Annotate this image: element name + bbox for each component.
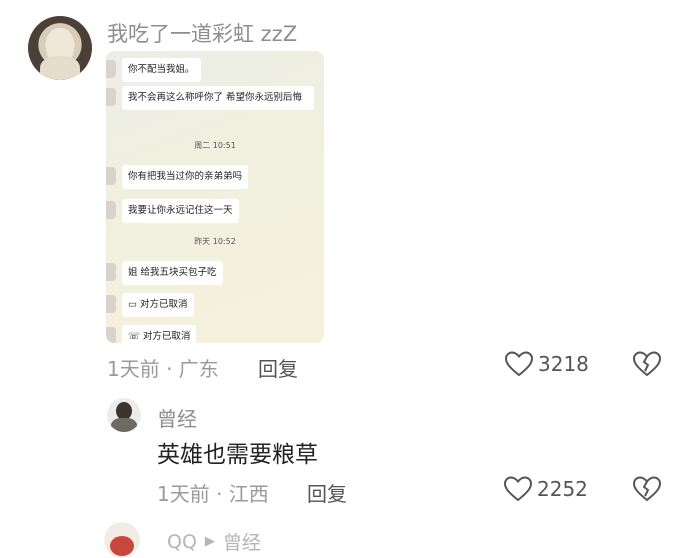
like-count: 2252 <box>537 477 588 501</box>
avatar[interactable] <box>28 16 92 80</box>
chat-message: 我不会再这么称呼你了 希望你永远别后悔 <box>122 86 314 110</box>
broken-heart-icon <box>632 351 662 377</box>
chat-screenshot-image[interactable]: 你不配当我姐。 我不会再这么称呼你了 希望你永远别后悔 周二 10:51 你有把… <box>106 51 324 343</box>
chat-avatar <box>106 88 116 106</box>
chat-call-message: ▭ 对方已取消 <box>122 293 194 317</box>
chat-call-text: 对方已取消 <box>139 299 188 310</box>
avatar-shirt <box>111 418 137 432</box>
chat-avatar <box>106 201 116 219</box>
dislike-button[interactable] <box>632 475 662 507</box>
broken-heart-icon <box>632 476 662 502</box>
comment-time-location: 1天前 · 广东 <box>107 357 219 381</box>
chat-avatar <box>106 295 116 313</box>
chat-message: 姐 给我五块买包子吃 <box>122 261 223 285</box>
chat-avatar <box>106 60 116 78</box>
reply-avatar[interactable] <box>107 398 141 432</box>
chat-timestamp: 昨天 10:52 <box>194 237 236 246</box>
chat-avatar <box>106 263 116 281</box>
avatar-body <box>40 56 80 80</box>
reply-text: 英雄也需要粮草 <box>157 442 318 468</box>
chat-avatar <box>106 327 116 343</box>
reply-username[interactable]: 曾经 <box>157 403 197 432</box>
phone-icon: ☏ <box>128 331 140 342</box>
dislike-button[interactable] <box>632 350 662 382</box>
reply-button[interactable]: 回复 <box>307 478 347 507</box>
chat-timestamp: 周二 10:51 <box>194 141 236 150</box>
chat-call-message: ☏ 对方已取消 <box>122 325 197 343</box>
heart-icon <box>503 476 533 502</box>
next-reply-username[interactable]: QQ <box>167 531 197 553</box>
chat-avatar <box>106 167 116 185</box>
avatar-shape <box>110 536 134 556</box>
chat-message: 我要让你永远记住这一天 <box>122 199 239 223</box>
reply-button[interactable]: 回复 <box>258 353 298 382</box>
next-reply-header: QQ ▶ 曾经 <box>167 528 261 555</box>
like-button[interactable]: 3218 <box>504 350 589 378</box>
chat-message: 你有把我当过你的亲弟弟吗 <box>122 165 249 189</box>
comment-username[interactable]: 我吃了一道彩虹 zzZ <box>107 18 297 48</box>
next-reply-to[interactable]: 曾经 <box>223 528 261 555</box>
chat-call-text: 对方已取消 <box>142 331 191 342</box>
reply-time-location: 1天前 · 江西 <box>157 482 269 506</box>
like-button[interactable]: 2252 <box>503 475 588 503</box>
heart-icon <box>504 351 534 377</box>
like-count: 3218 <box>538 352 589 376</box>
chat-message: 你不配当我姐。 <box>122 58 201 82</box>
video-call-icon: ▭ <box>128 299 137 310</box>
reply-avatar[interactable] <box>104 522 140 558</box>
